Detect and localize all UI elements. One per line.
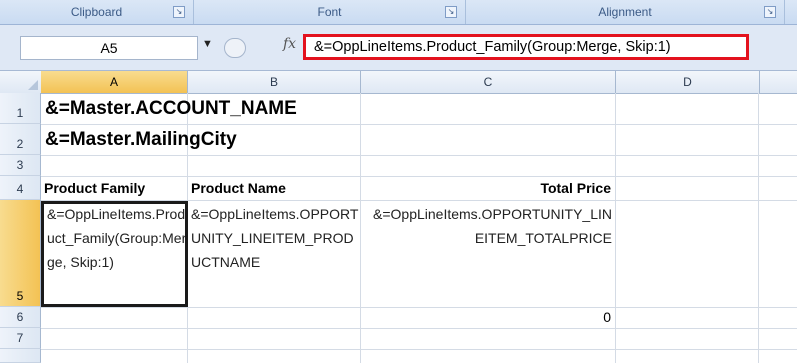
row-header-6[interactable]: 6 [0,307,41,328]
ribbon-group-clipboard: Clipboard ↘ [0,0,194,24]
cell-a4[interactable]: Product Family [41,177,187,200]
gridline [41,328,797,329]
gridline [758,93,759,363]
ribbon-group-font: Font ↘ [194,0,466,24]
insert-function-icon[interactable]: fx [283,36,296,52]
dialog-launcher-icon[interactable]: ↘ [173,6,185,18]
select-all-corner[interactable] [0,71,42,93]
ribbon-group-alignment: Alignment ↘ [466,0,785,24]
clipboard-group-label: Clipboard [70,5,123,19]
row-header-2[interactable]: 2 [0,124,41,155]
cell-a5[interactable]: &=OppLineItems.Product_Family(Group:Merg… [44,202,187,306]
font-group-label: Font [317,5,342,19]
ribbon-group-bar: Clipboard ↘ Font ↘ Alignment ↘ [0,0,797,25]
column-header-b[interactable]: B [188,71,361,93]
row-header-1[interactable]: 1 [0,93,41,124]
formula-bar: A5 ▼ fx &=OppLineItems.Product_Family(Gr… [0,25,797,71]
column-header-c[interactable]: C [361,71,616,93]
gridline [41,200,797,201]
cell-a1[interactable]: &=Master.ACCOUNT_NAME [41,93,541,124]
cell-c6[interactable]: 0 [361,307,615,328]
formula-input[interactable]: &=OppLineItems.Product_Family(Group:Merg… [303,34,749,60]
alignment-group-label: Alignment [598,5,652,19]
expand-circle-icon[interactable] [224,38,246,58]
column-header-a[interactable]: A [41,71,188,93]
cell-c5[interactable]: &=OppLineItems.OPPORTUNITY_LINEITEM_TOTA… [361,202,615,306]
cell-a2[interactable]: &=Master.MailingCity [41,124,541,155]
gridline [41,349,797,350]
cell-c4[interactable]: Total Price [361,177,615,200]
chevron-down-icon[interactable]: ▼ [202,38,213,50]
row-header-7[interactable]: 7 [0,328,41,349]
row-header-4[interactable]: 4 [0,176,41,200]
gridline [41,155,797,156]
name-box[interactable]: A5 [20,36,198,60]
column-header-d[interactable]: D [616,71,760,93]
dialog-launcher-icon[interactable]: ↘ [764,6,776,18]
cell-b4[interactable]: Product Name [188,177,360,200]
row-header-3[interactable]: 3 [0,155,41,176]
dialog-launcher-icon[interactable]: ↘ [445,6,457,18]
row-header-8[interactable] [0,349,41,363]
row-header-5[interactable]: 5 [0,200,41,307]
gridline [615,93,616,363]
cell-b5[interactable]: &=OppLineItems.OPPORTUNITY_LINEITEM_PROD… [188,202,360,306]
column-header-row: A B C D [0,71,797,94]
